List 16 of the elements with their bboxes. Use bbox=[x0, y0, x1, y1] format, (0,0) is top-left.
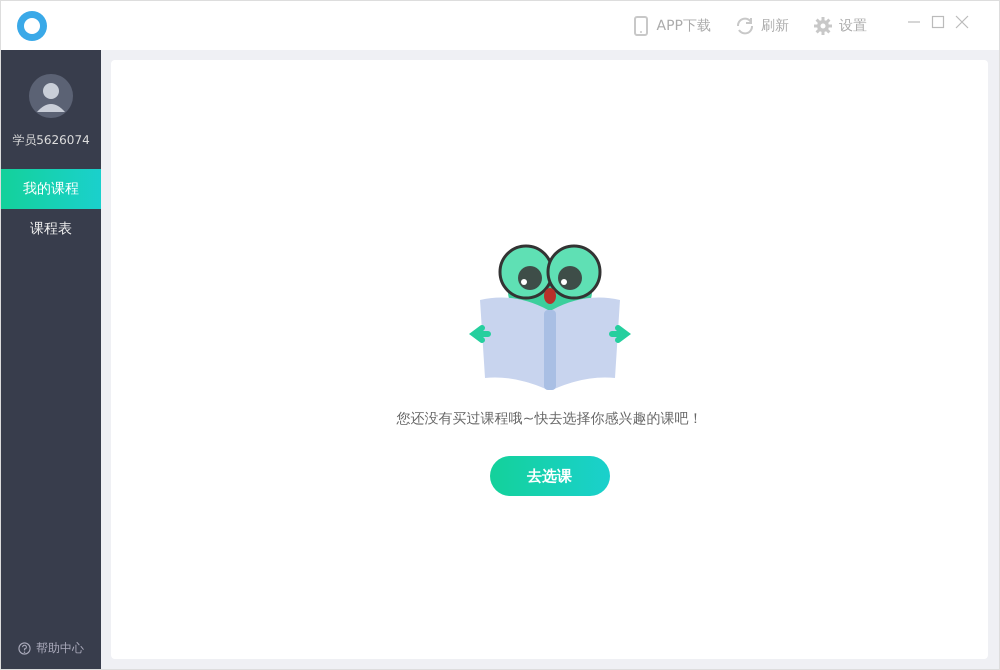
avatar bbox=[29, 74, 73, 118]
toolbar-button[interactable]: APP下载 bbox=[630, 16, 711, 36]
refresh-icon bbox=[735, 16, 755, 36]
choose-course-button[interactable]: 去选课 bbox=[490, 456, 610, 496]
logo-icon bbox=[15, 8, 49, 42]
help-icon bbox=[18, 642, 31, 655]
toolbar-button[interactable]: 刷新 bbox=[735, 16, 789, 36]
help-center-link[interactable]: 帮助中心 bbox=[18, 640, 84, 657]
settings-icon bbox=[813, 16, 833, 36]
empty-message: 您还没有买过课程哦~快去选择你感兴趣的课吧！ bbox=[396, 410, 702, 428]
user-name: 学员5626074 bbox=[12, 132, 90, 149]
maximize-button[interactable] bbox=[931, 15, 945, 29]
close-button[interactable] bbox=[955, 15, 969, 29]
sidebar-item[interactable]: 我的课程 bbox=[1, 169, 101, 209]
toolbar-button[interactable]: 设置 bbox=[813, 16, 867, 36]
sidebar-item[interactable]: 课程表 bbox=[1, 209, 101, 249]
